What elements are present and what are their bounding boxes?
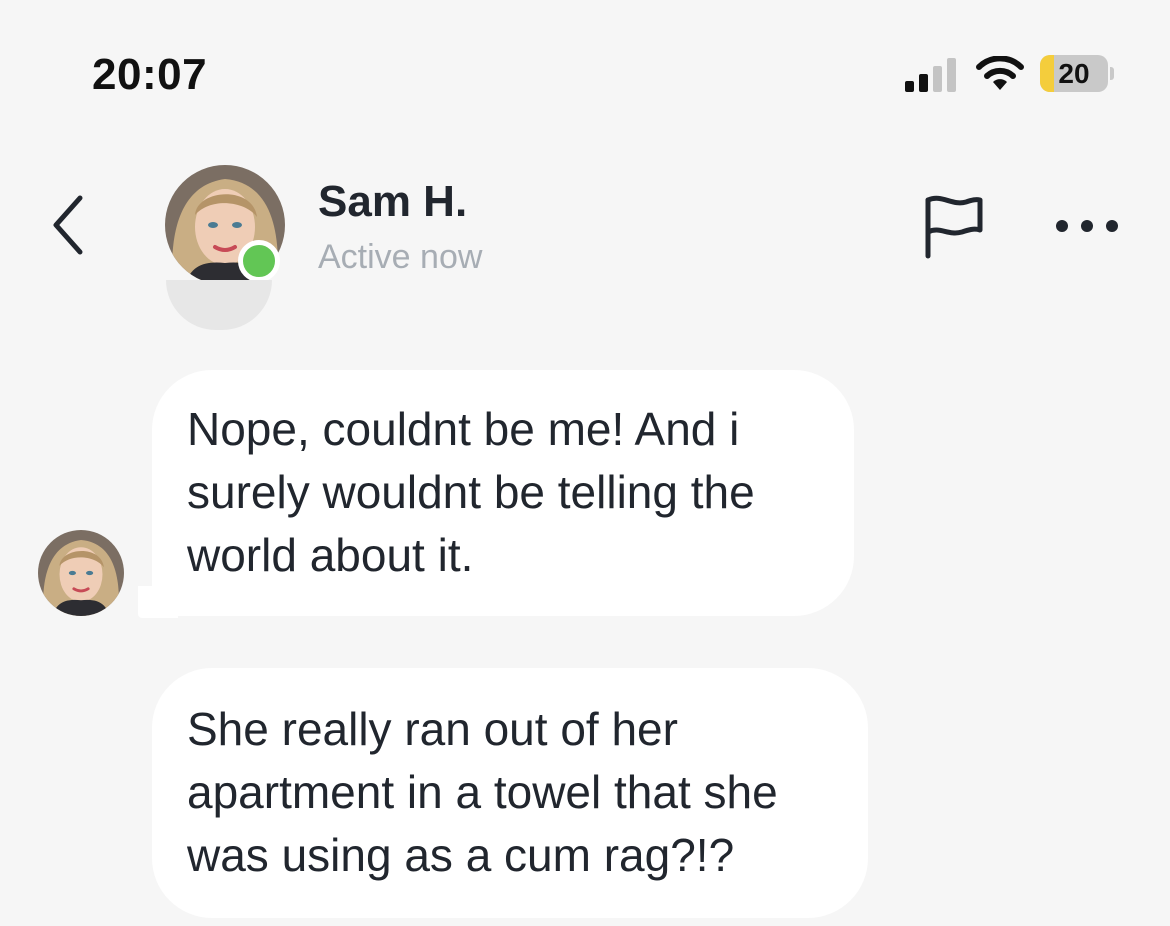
battery-icon: 20 [1040,55,1108,92]
previous-message-edge [166,280,272,330]
contact-status: Active now [318,238,483,276]
message-line: She really ran out of her [187,703,678,755]
contact-name[interactable]: Sam H. [318,177,467,227]
message-line: world about it. [187,529,474,581]
status-time: 20:07 [92,50,208,99]
message-line: Nope, couldnt be me! And i [187,403,740,455]
message-bubble[interactable]: She really ran out of her apartment in a… [152,668,868,918]
sender-avatar[interactable] [38,530,124,616]
flag-icon[interactable] [918,192,988,262]
avatar-photo [38,530,124,616]
battery-level: 20 [1058,58,1090,89]
battery-cap [1110,67,1114,80]
more-dots-icon[interactable] [1052,206,1122,246]
signal-icon [905,58,956,92]
message-bubble[interactable]: Nope, couldnt be me! And i surely wouldn… [152,370,854,616]
back-chevron-icon[interactable] [40,188,100,262]
message-line: apartment in a towel that she [187,766,778,818]
wifi-icon [976,56,1024,90]
message-line: was using as a cum rag?!? [187,829,735,881]
message-line: surely wouldnt be telling the [187,466,755,518]
online-indicator [238,240,280,282]
status-bar: 20:07 20 [0,0,1170,130]
